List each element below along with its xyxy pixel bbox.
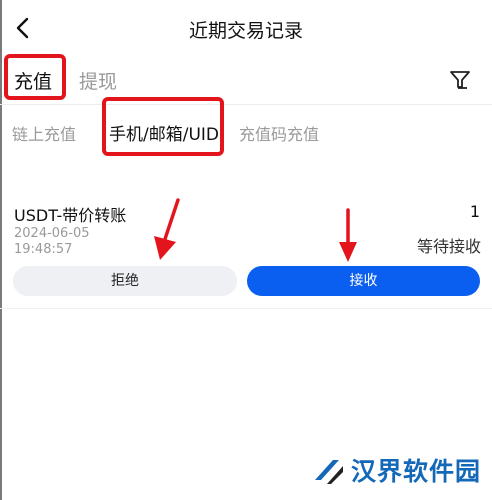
- subtab-onchain[interactable]: 链上充值: [12, 121, 76, 145]
- arrow-down-icon: [339, 208, 357, 262]
- arrow-down-left-icon: [154, 198, 180, 260]
- subtab-bar: 链上充值 手机/邮箱/UID 充值码充值: [0, 104, 492, 154]
- record-count: 1: [469, 202, 480, 221]
- header: 近期交易记录: [0, 0, 492, 56]
- watermark-text: 汉界软件园: [351, 457, 482, 486]
- highlight-box-deposit: [4, 54, 66, 100]
- subtab-code[interactable]: 充值码充值: [239, 121, 319, 145]
- status-badge: 等待接收: [416, 237, 481, 256]
- record-title: USDT-带价转账: [14, 206, 127, 225]
- accept-button[interactable]: 接收: [247, 266, 480, 296]
- record-time: 19:48:57: [14, 242, 73, 257]
- list-item: USDT-带价转账 1 2024-06-05 19:48:57 等待接收 拒绝 …: [0, 190, 492, 309]
- highlight-box-subtab: [102, 97, 224, 156]
- tab-bar: 充值 提现: [0, 56, 492, 105]
- reject-button[interactable]: 拒绝: [13, 266, 237, 296]
- filter-icon[interactable]: [448, 68, 472, 92]
- record-date: 2024-06-05: [14, 226, 90, 241]
- page-title: 近期交易记录: [188, 20, 303, 42]
- tab-withdraw[interactable]: 提现: [79, 67, 117, 94]
- watermark-logo-icon: [315, 460, 343, 484]
- watermark: 汉界软件园: [313, 452, 483, 490]
